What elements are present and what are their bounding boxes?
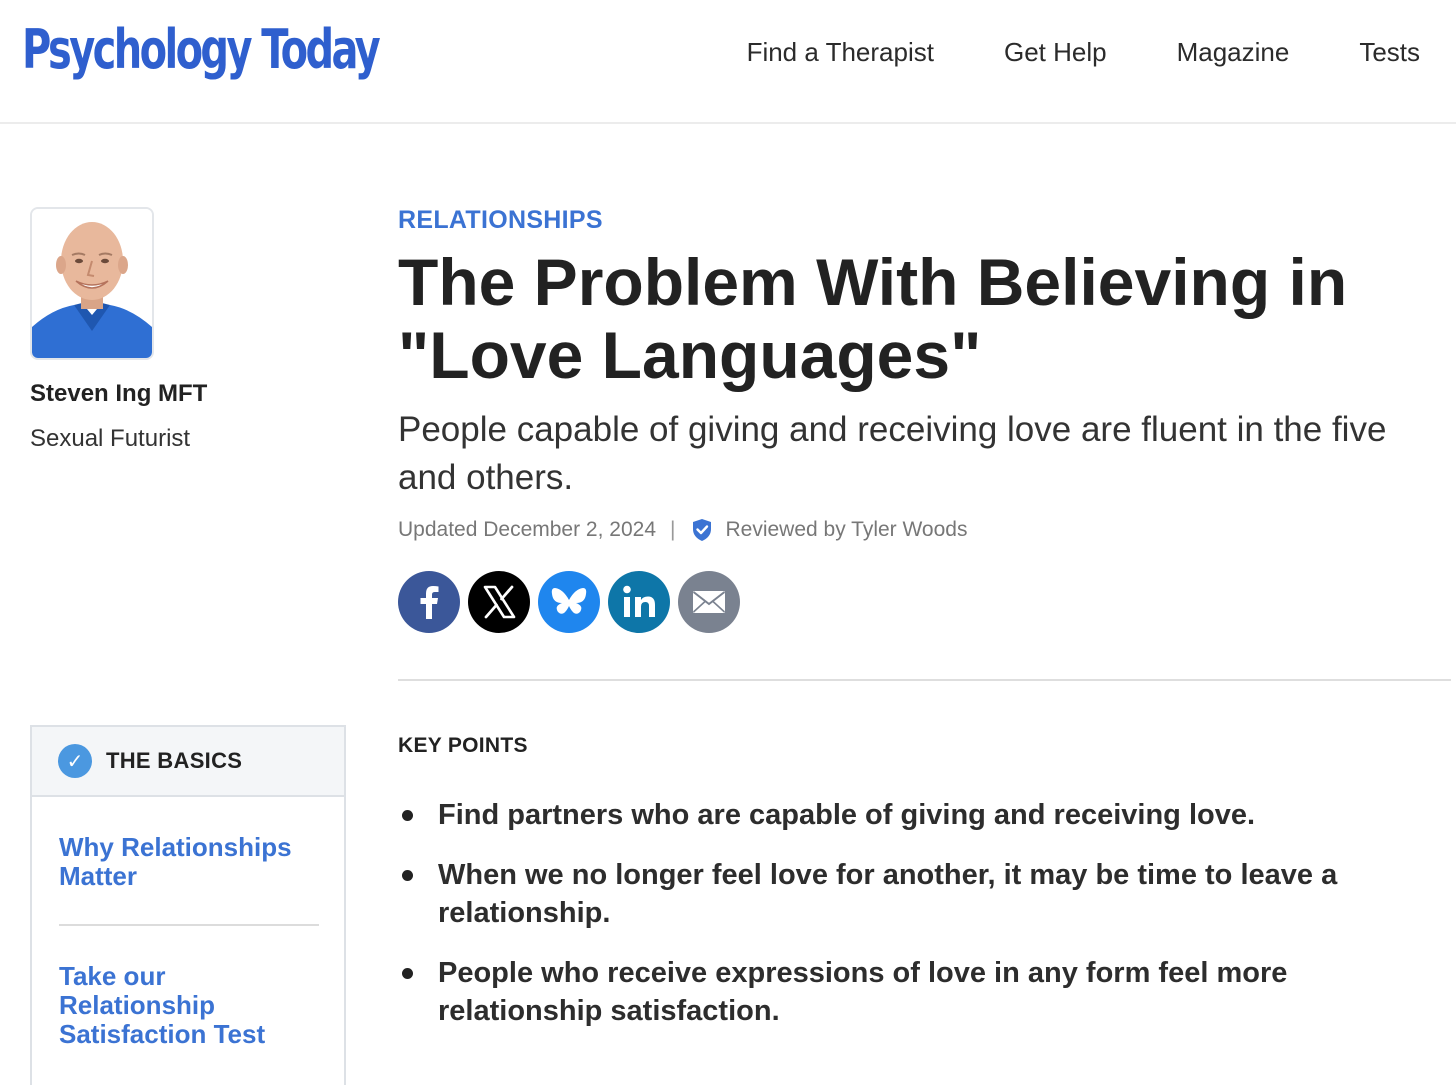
author-avatar[interactable]	[30, 207, 154, 360]
key-point-item: People who receive expressions of love i…	[398, 954, 1438, 1030]
basics-title: THE BASICS	[106, 748, 243, 773]
nav-magazine[interactable]: Magazine	[1177, 37, 1290, 68]
nav-get-help[interactable]: Get Help	[1004, 37, 1107, 68]
key-point-item: Find partners who are capable of giving …	[398, 796, 1438, 834]
article-subheadline: People capable of giving and receiving l…	[398, 410, 1387, 497]
basics-header: ✓ THE BASICS	[32, 727, 344, 797]
facebook-share-button[interactable]	[398, 571, 460, 633]
bluesky-icon	[551, 588, 587, 614]
bluesky-share-button[interactable]	[538, 571, 600, 633]
author-photo	[32, 209, 152, 358]
link-why-relationships-matter[interactable]: Why Relationships Matter	[59, 833, 319, 891]
main-nav: Find a Therapist Get Help Magazine Tests	[677, 32, 1420, 72]
key-points-list: Find partners who are capable of giving …	[398, 796, 1438, 1030]
linkedin-icon	[623, 585, 655, 617]
site-header: Psychology Today Find a Therapist Get He…	[0, 0, 1456, 124]
x-icon	[483, 585, 516, 619]
email-icon	[692, 591, 726, 613]
the-basics-box: ✓ THE BASICS Why Relationships Matter Ta…	[30, 725, 346, 1085]
article-meta: Updated December 2, 2024 | Reviewed by T…	[398, 515, 967, 545]
article-divider	[398, 679, 1451, 681]
basics-divider	[59, 924, 319, 926]
nav-tests[interactable]: Tests	[1359, 37, 1420, 68]
email-share-button[interactable]	[678, 571, 740, 633]
updated-date: Updated December 2, 2024	[398, 518, 656, 541]
author-name[interactable]: Steven Ing MFT	[30, 380, 207, 408]
article-category[interactable]: RELATIONSHIPS	[398, 206, 603, 235]
author-title: Sexual Futurist	[30, 425, 191, 452]
verified-shield-icon	[693, 519, 712, 541]
facebook-icon	[420, 586, 439, 619]
share-buttons	[398, 571, 748, 633]
nav-find-a-therapist[interactable]: Find a Therapist	[747, 37, 934, 68]
linkedin-share-button[interactable]	[608, 571, 670, 633]
psychology-today-logo[interactable]: Psychology Today	[22, 18, 381, 82]
link-relationship-satisfaction-test[interactable]: Take our Relationship Satisfaction Test	[59, 962, 319, 1049]
checkmark-icon: ✓	[58, 744, 92, 778]
article-headline: The Problem With Believing in "Love Lang…	[398, 245, 1348, 392]
key-point-item: When we no longer feel love for another,…	[398, 856, 1438, 932]
x-share-button[interactable]	[468, 571, 530, 633]
reviewed-by[interactable]: Reviewed by Tyler Woods	[725, 518, 967, 542]
key-points-title: KEY POINTS	[398, 734, 528, 757]
meta-separator: |	[670, 518, 676, 541]
